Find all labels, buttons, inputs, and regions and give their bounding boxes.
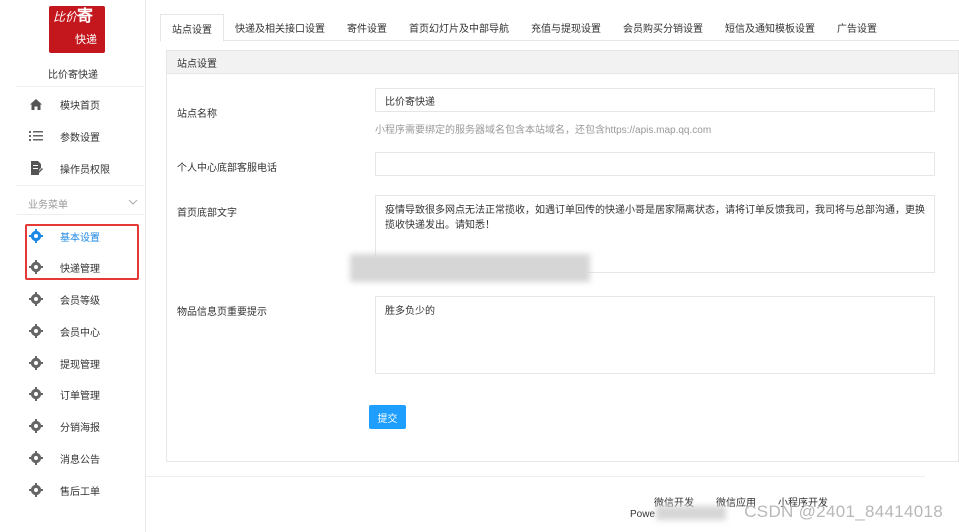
- submit-button[interactable]: 提交: [369, 405, 406, 429]
- panel-title: 站点设置: [167, 51, 958, 74]
- sidebar-item-module-home[interactable]: 模块首页: [16, 90, 144, 118]
- tab-shipping[interactable]: 寄件设置: [336, 14, 398, 41]
- sidebar-item-member-center[interactable]: 会员中心: [16, 317, 144, 345]
- sidebar-item-label: 操作员权限: [60, 164, 110, 176]
- sidebar-item-operator-permissions[interactable]: 操作员权限: [16, 154, 144, 182]
- logo-bottom-text: 快递: [75, 33, 97, 46]
- brand-logo: 比价 寄 快递: [49, 6, 105, 53]
- sidebar-item-express-management[interactable]: 快递管理: [16, 253, 144, 281]
- sidebar-item-after-sales[interactable]: 售后工单: [16, 476, 144, 504]
- footer-text-label: 首页底部文字: [177, 208, 237, 219]
- sidebar-item-order-management[interactable]: 订单管理: [16, 380, 144, 408]
- sidebar-item-label: 基本设置: [60, 232, 100, 244]
- gear-icon: [28, 291, 44, 307]
- sidebar-item-member-level[interactable]: 会员等级: [16, 285, 144, 313]
- gear-icon: [28, 418, 44, 434]
- phone-label: 个人中心底部客服电话: [177, 163, 277, 174]
- tab-ads[interactable]: 广告设置: [826, 14, 888, 41]
- sidebar-divider: [16, 185, 144, 186]
- blurred-footer-region: [656, 506, 726, 520]
- sidebar-item-distribution-poster[interactable]: 分销海报: [16, 412, 144, 440]
- gear-icon: [28, 323, 44, 339]
- list-icon: [28, 128, 44, 144]
- main-content: 站点设置 快递及相关接口设置 寄件设置 首页幻灯片及中部导航 充值与提现设置 会…: [160, 10, 959, 532]
- gear-icon: [28, 386, 44, 402]
- sidebar-item-label: 快递管理: [60, 263, 100, 275]
- sidebar-item-label: 售后工单: [60, 486, 100, 498]
- important-notice-label: 物品信息页重要提示: [177, 307, 267, 318]
- sidebar-item-label: 订单管理: [60, 390, 100, 402]
- sidebar-item-label: 会员中心: [60, 327, 100, 339]
- blurred-region: [350, 254, 590, 282]
- sidebar-item-announcements[interactable]: 消息公告: [16, 444, 144, 472]
- sidebar-item-label: 参数设置: [60, 132, 100, 144]
- chevron-down-icon[interactable]: [128, 197, 138, 208]
- important-notice-textarea[interactable]: 胜多负少的: [375, 296, 935, 374]
- sidebar-item-label: 分销海报: [60, 422, 100, 434]
- logo-top-text: 比价: [53, 10, 78, 24]
- gear-icon: [28, 259, 44, 275]
- sidebar-section-title: 业务菜单: [28, 200, 68, 211]
- sidebar-item-withdrawal-management[interactable]: 提现管理: [16, 349, 144, 377]
- sidebar-item-label: 会员等级: [60, 295, 100, 307]
- site-settings-panel: 站点设置 站点名称 比价寄快递 小程序需要绑定的服务器域名包含本站域名，还包含h…: [166, 50, 959, 462]
- csdn-watermark: CSDN @2401_84414018: [744, 502, 943, 521]
- sidebar-item-label: 提现管理: [60, 359, 100, 371]
- gear-icon: [28, 228, 44, 244]
- gear-icon: [28, 482, 44, 498]
- sidebar-item-label: 消息公告: [60, 454, 100, 466]
- tab-sms-templates[interactable]: 短信及通知模板设置: [714, 14, 826, 41]
- tab-home-slider[interactable]: 首页幻灯片及中部导航: [398, 14, 520, 41]
- sidebar-divider: [16, 86, 144, 87]
- document-edit-icon: [28, 160, 44, 176]
- footer-divider: [146, 476, 925, 477]
- sidebar-item-basic-settings[interactable]: 基本设置: [16, 222, 144, 250]
- tab-site-settings[interactable]: 站点设置: [160, 14, 224, 42]
- gear-icon: [28, 450, 44, 466]
- site-name-help: 小程序需要绑定的服务器域名包含本站域名，还包含https://apis.map.…: [375, 125, 712, 136]
- sidebar-item-label: 模块首页: [60, 100, 100, 112]
- phone-input[interactable]: [375, 152, 935, 176]
- logo-char: 寄: [77, 8, 94, 25]
- footer-powered: Powe: [630, 509, 656, 520]
- site-name-input[interactable]: 比价寄快递: [375, 88, 935, 112]
- tab-member-distribution[interactable]: 会员购买分销设置: [612, 14, 714, 41]
- sidebar-item-param-settings[interactable]: 参数设置: [16, 122, 144, 150]
- sidebar-divider: [16, 214, 144, 215]
- shop-name: 比价寄快递: [48, 70, 98, 81]
- tab-express-api[interactable]: 快递及相关接口设置: [224, 14, 336, 41]
- settings-tabs: 站点设置 快递及相关接口设置 寄件设置 首页幻灯片及中部导航 充值与提现设置 会…: [160, 14, 959, 42]
- tab-recharge-withdraw[interactable]: 充值与提现设置: [520, 14, 612, 41]
- sidebar: 比价 寄 快递 比价寄快递 模块首页 参数设置 操作员权限 业务菜单 基本设置 …: [0, 0, 146, 532]
- gear-icon: [28, 355, 44, 371]
- home-icon: [28, 96, 44, 112]
- site-name-label: 站点名称: [177, 109, 217, 120]
